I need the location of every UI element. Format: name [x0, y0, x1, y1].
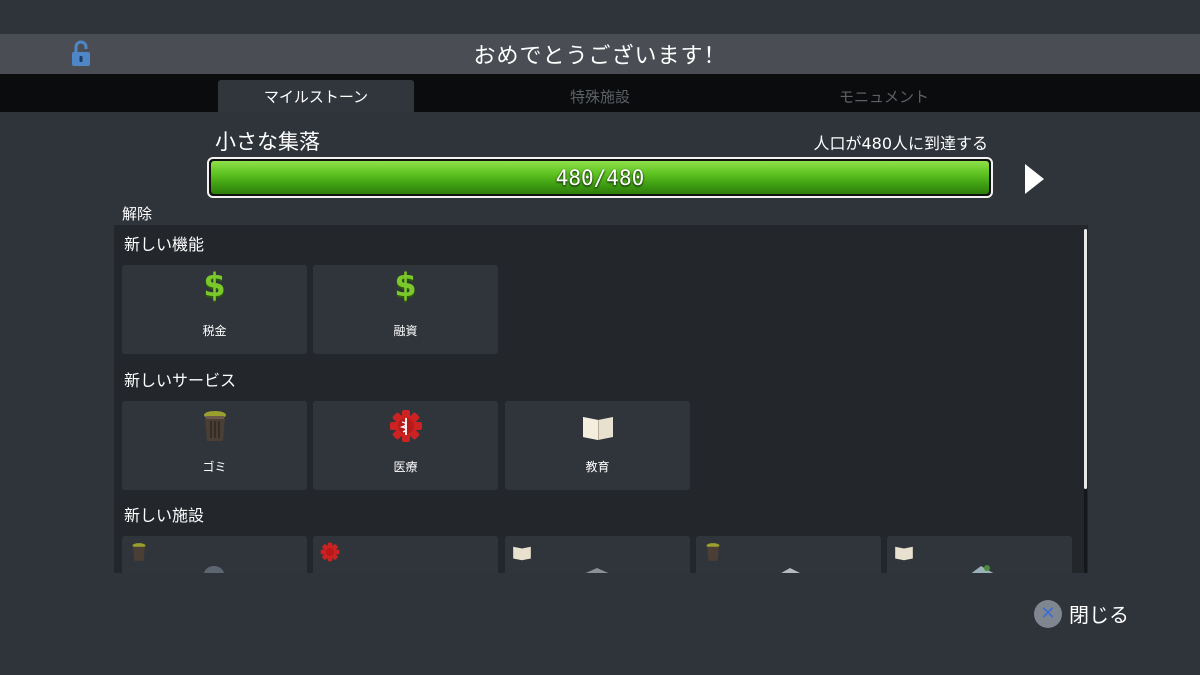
- trash-can-icon: [203, 411, 226, 441]
- unlock-card-loans[interactable]: $ 融資: [313, 265, 498, 354]
- card-label: 医療: [393, 460, 418, 474]
- tab-monuments[interactable]: モニュメント: [786, 80, 982, 112]
- unlock-card-healthcare[interactable]: 医療: [313, 401, 498, 490]
- trash-can-icon: [132, 543, 146, 561]
- x-button-icon: ✕: [1034, 599, 1062, 628]
- trash-can-icon: [706, 543, 720, 561]
- book-icon: [895, 546, 913, 561]
- milestone-name: 小さな集落: [215, 130, 320, 154]
- dialog-title: おめでとうございます！: [473, 44, 727, 69]
- medical-icon: [389, 410, 422, 442]
- card-label: ゴミ: [202, 460, 227, 474]
- unlocked-padlock-icon: [72, 40, 90, 66]
- dollar-icon: $: [203, 266, 226, 304]
- tab-bar: マイルストーン 特殊施設 モニュメント: [0, 74, 1200, 112]
- card-label: 融資: [393, 324, 418, 338]
- next-milestone-arrow-icon[interactable]: [1025, 164, 1044, 194]
- medical-icon: [320, 542, 340, 562]
- scrollbar-thumb[interactable]: [1084, 229, 1087, 489]
- section-title-buildings: 新しい施設: [124, 506, 205, 525]
- book-icon: [513, 546, 531, 561]
- building-image: [971, 565, 994, 573]
- building-image: [383, 562, 427, 573]
- building-card[interactable]: [122, 536, 307, 573]
- section-title-services: 新しいサービス: [124, 371, 237, 390]
- dollar-icon: $: [394, 266, 417, 304]
- unlocks-label: 解除: [122, 205, 153, 223]
- milestone-progress-bar: 480/480: [207, 157, 993, 198]
- building-card[interactable]: [887, 536, 1072, 573]
- tab-milestones[interactable]: マイルストーン: [218, 80, 414, 112]
- unlock-card-garbage[interactable]: ゴミ: [122, 401, 307, 490]
- unlocks-panel: 新しい機能 $ 税金 $ 融資 新しいサービス ゴミ 医療 教育 新しい施設: [114, 225, 1088, 573]
- card-label: 税金: [202, 324, 227, 338]
- building-card[interactable]: [313, 536, 498, 573]
- close-label: 閉じる: [1069, 603, 1129, 627]
- building-image: [585, 568, 609, 573]
- card-label: 教育: [585, 460, 610, 474]
- unlock-card-tax[interactable]: $ 税金: [122, 265, 307, 354]
- section-title-features: 新しい機能: [124, 235, 205, 254]
- building-image: [781, 568, 800, 573]
- close-button[interactable]: ✕ 閉じる: [1034, 599, 1129, 628]
- book-icon: [582, 417, 613, 440]
- building-image: [204, 566, 224, 573]
- tab-special-buildings[interactable]: 特殊施設: [502, 80, 698, 112]
- progress-text: 480/480: [555, 165, 645, 190]
- building-card[interactable]: [505, 536, 690, 573]
- building-card[interactable]: [696, 536, 881, 573]
- title-bar: おめでとうございます！: [0, 34, 1200, 74]
- milestone-goal: 人口が480人に到達する: [813, 134, 988, 153]
- unlock-card-education[interactable]: 教育: [505, 401, 690, 490]
